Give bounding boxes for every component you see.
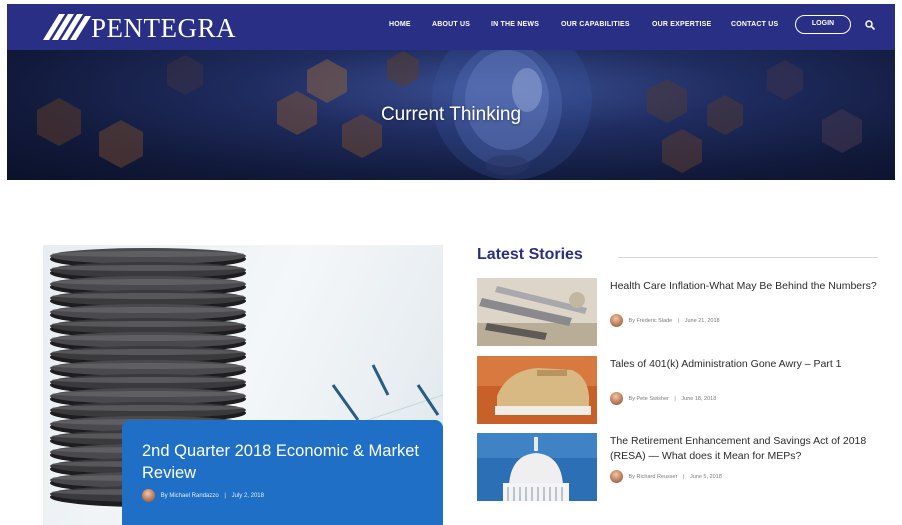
meta-separator: | <box>674 395 676 402</box>
nav-item-our-expertise[interactable]: OUR EXPERTISE <box>652 21 711 28</box>
page-title: Current Thinking <box>380 104 522 125</box>
story-item[interactable]: The Retirement Enhancement and Savings A… <box>477 433 897 501</box>
featured-article-card[interactable]: 2nd Quarter 2018 Economic & Market Revie… <box>122 420 443 525</box>
top-navigation-bar: PENTEGRA HOME ABOUT US IN THE NEWS OUR C… <box>7 4 895 50</box>
search-icon[interactable] <box>864 18 876 30</box>
nav-item-our-capabilities[interactable]: OUR CAPABILITIES <box>561 21 630 28</box>
hero-banner: Current Thinking <box>7 50 895 180</box>
story-thumbnail-boot[interactable] <box>477 356 597 424</box>
heading-divider <box>618 257 878 258</box>
nav-item-home[interactable]: HOME <box>389 21 411 28</box>
story-item[interactable]: Health Care Inflation-What May Be Behind… <box>477 278 897 346</box>
story-author[interactable]: By Richard Reusser <box>629 474 678 480</box>
nav-item-in-the-news[interactable]: IN THE NEWS <box>491 21 539 28</box>
login-button[interactable]: LOGIN <box>795 15 851 34</box>
story-meta: By Richard Reusser | June 5, 2018 <box>610 470 722 483</box>
featured-date: July 2, 2018 <box>231 492 264 499</box>
story-meta: By Pete Swisher | June 18, 2018 <box>610 392 716 405</box>
meta-separator: | <box>682 473 685 480</box>
author-avatar <box>610 314 623 327</box>
story-author[interactable]: By Frederic Slade <box>629 318 673 324</box>
meta-separator: | <box>677 317 680 324</box>
story-date: June 5, 2018 <box>689 473 722 480</box>
logo-wordmark: PENTEGRA <box>91 13 236 43</box>
story-date: June 21, 2018 <box>684 317 720 324</box>
featured-article-meta: By Michael Randazzo | July 2, 2018 <box>142 489 264 503</box>
meta-separator: | <box>224 492 226 499</box>
nav-item-about-us[interactable]: ABOUT US <box>432 21 470 28</box>
story-item[interactable]: Tales of 401(k) Administration Gone Awry… <box>477 356 897 424</box>
story-thumbnail-capitol[interactable] <box>477 433 597 501</box>
story-title[interactable]: Tales of 401(k) Administration Gone Awry… <box>610 357 880 372</box>
author-avatar <box>610 470 623 483</box>
author-avatar <box>142 489 155 502</box>
logo-stripes-icon <box>43 14 91 40</box>
featured-article-title[interactable]: 2nd Quarter 2018 Economic & Market Revie… <box>142 440 422 484</box>
story-title[interactable]: Health Care Inflation-What May Be Behind… <box>610 279 880 294</box>
pentegra-logo[interactable]: PENTEGRA <box>43 10 253 44</box>
story-author[interactable]: By Pete Swisher <box>629 396 669 402</box>
author-avatar <box>610 392 623 405</box>
story-meta: By Frederic Slade | June 21, 2018 <box>610 314 720 327</box>
story-date: June 18, 2018 <box>681 395 717 402</box>
story-thumbnail-tools[interactable] <box>477 278 597 346</box>
nav-item-contact-us[interactable]: CONTACT US <box>731 21 778 28</box>
story-title[interactable]: The Retirement Enhancement and Savings A… <box>610 434 880 464</box>
latest-stories-heading: Latest Stories <box>477 246 583 263</box>
featured-author[interactable]: By Michael Randazzo <box>161 493 219 499</box>
